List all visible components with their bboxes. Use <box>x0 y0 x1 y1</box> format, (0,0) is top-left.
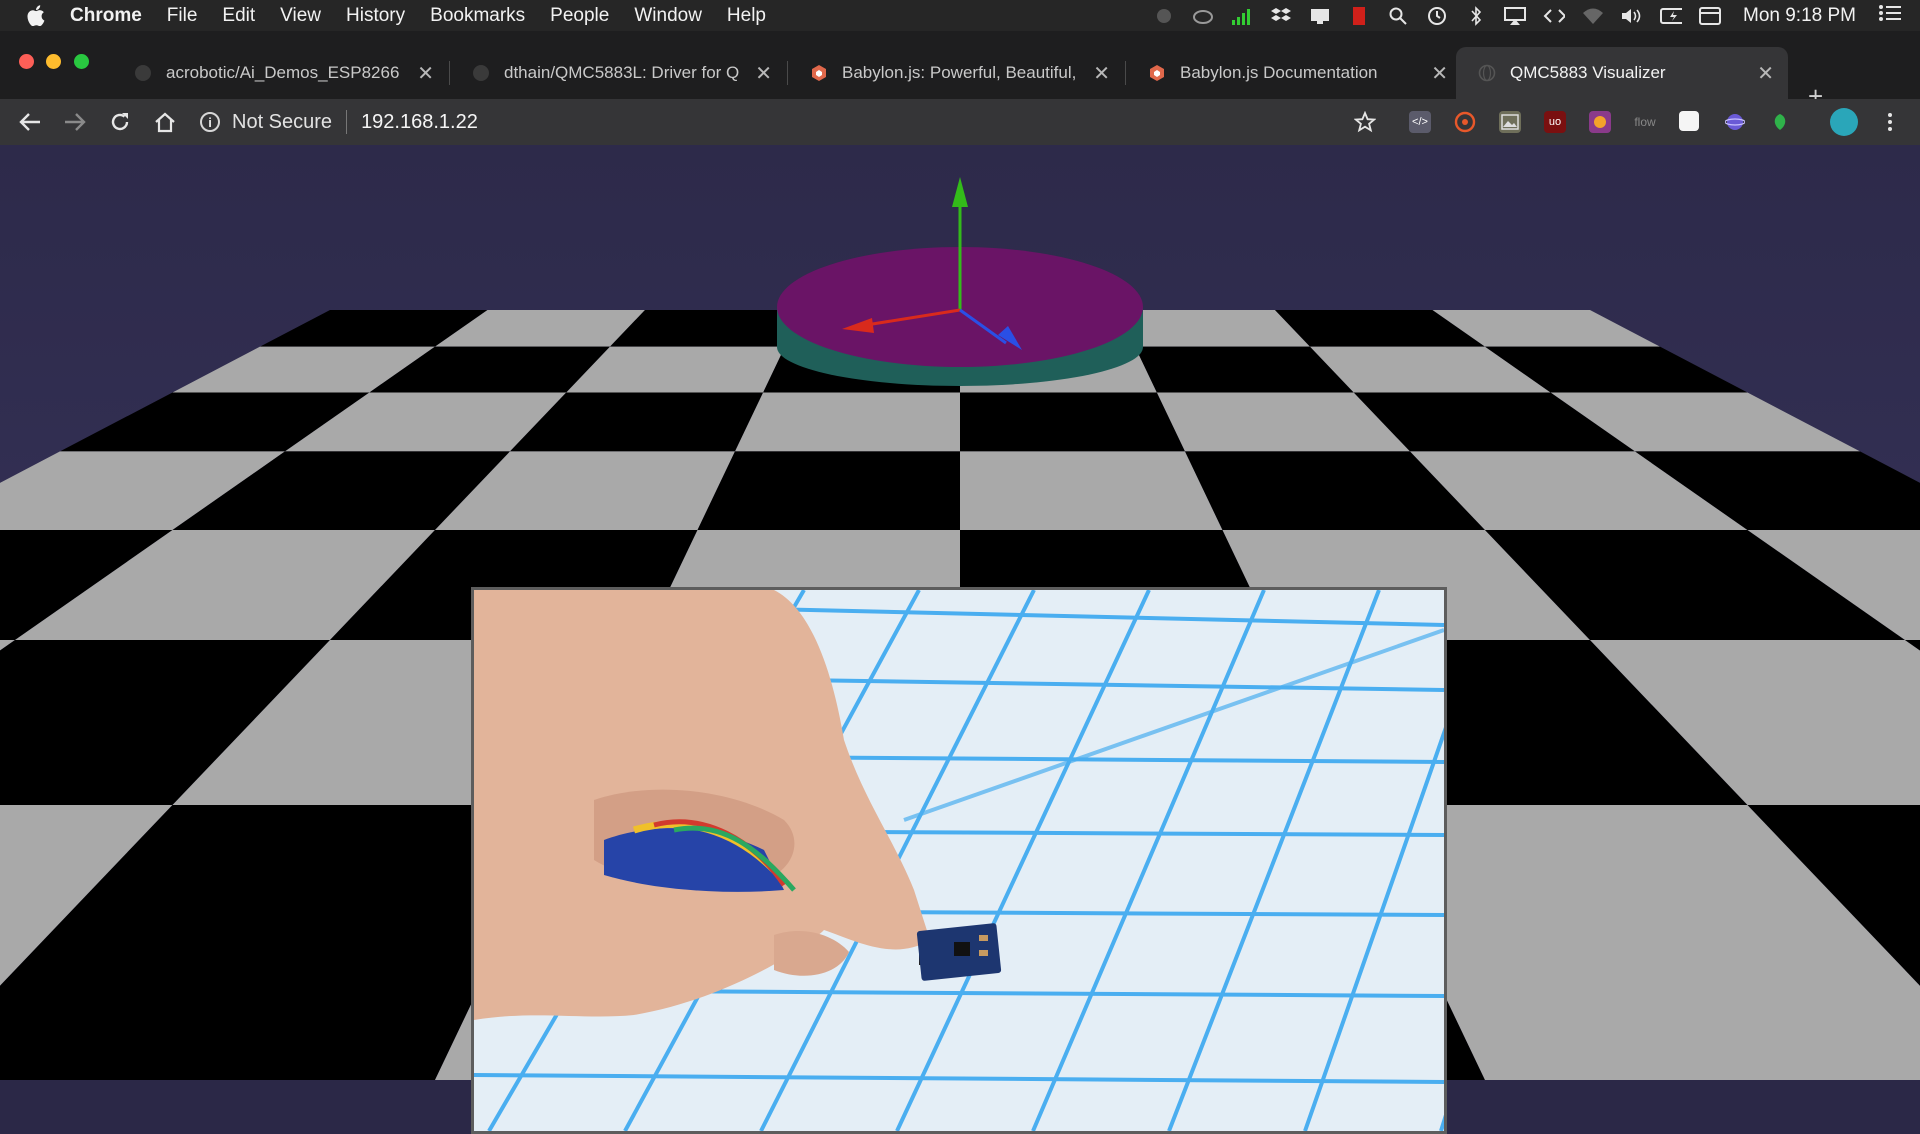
forward-button[interactable] <box>60 107 90 137</box>
menu-view[interactable]: View <box>280 5 321 27</box>
tab-strip: acrobotic/Ai_Demos_ESP8266 ✕ dthain/QMC5… <box>0 31 1920 99</box>
url-text[interactable]: 192.168.1.22 <box>361 111 478 134</box>
checker-tile <box>698 451 961 530</box>
dropbox-icon[interactable] <box>1270 6 1292 26</box>
tab-dthain[interactable]: dthain/QMC5883L: Driver for Q ✕ <box>450 47 786 99</box>
close-window-button[interactable] <box>19 54 34 69</box>
video-frame <box>474 590 1444 1131</box>
close-tab-icon[interactable]: ✕ <box>417 61 434 86</box>
reload-button[interactable] <box>105 107 135 137</box>
close-tab-icon[interactable]: ✕ <box>1093 61 1110 86</box>
hooks-extension-icon[interactable] <box>1454 111 1476 133</box>
display-icon[interactable] <box>1699 6 1721 26</box>
tab-qmc5883-visualizer[interactable]: QMC5883 Visualizer ✕ <box>1456 47 1788 99</box>
address-bar[interactable]: i Not Secure 192.168.1.22 <box>200 104 1370 140</box>
tab-babylon-home[interactable]: Babylon.js: Powerful, Beautiful, ✕ <box>788 47 1124 99</box>
checker-tile <box>960 393 1185 452</box>
chrome-menu-icon[interactable] <box>1875 107 1905 137</box>
battery-icon[interactable] <box>1660 6 1682 26</box>
time-machine-icon[interactable] <box>1426 6 1448 26</box>
bluetooth-icon[interactable] <box>1465 6 1487 26</box>
tab-title: acrobotic/Ai_Demos_ESP8266 <box>166 63 407 83</box>
back-button[interactable] <box>15 107 45 137</box>
ublock-extension-icon[interactable]: uo <box>1544 111 1566 133</box>
apple-icon[interactable] <box>26 5 46 26</box>
menu-help[interactable]: Help <box>727 5 766 27</box>
menu-edit[interactable]: Edit <box>222 5 255 27</box>
flow-extension-icon[interactable]: flow <box>1634 111 1656 133</box>
tab-title: Babylon.js: Powerful, Beautiful, <box>842 63 1083 83</box>
screen-extension-icon[interactable] <box>1589 111 1611 133</box>
image-extension-icon[interactable] <box>1499 111 1521 133</box>
code-extension-icon[interactable]: </> <box>1409 111 1431 133</box>
github-icon <box>472 64 490 82</box>
close-tab-icon[interactable]: ✕ <box>755 61 772 86</box>
github-icon <box>134 64 152 82</box>
menu-bookmarks[interactable]: Bookmarks <box>430 5 525 27</box>
planet-extension-icon[interactable] <box>1724 111 1746 133</box>
close-tab-icon[interactable]: ✕ <box>1757 61 1774 86</box>
tab-title: Babylon.js Documentation <box>1180 63 1421 83</box>
omnibox-divider <box>346 110 347 134</box>
notification-center-icon[interactable] <box>1878 4 1902 28</box>
menu-people[interactable]: People <box>550 5 609 27</box>
tab-title: dthain/QMC5883L: Driver for Q <box>504 63 745 83</box>
notification-icon[interactable] <box>1309 6 1331 26</box>
search-icon[interactable] <box>1387 6 1409 26</box>
close-tab-icon[interactable]: ✕ <box>1431 61 1448 86</box>
webcam-video-overlay[interactable] <box>471 587 1447 1134</box>
battery-app-icon[interactable] <box>1348 6 1370 26</box>
menu-history[interactable]: History <box>346 5 405 27</box>
babylon-icon <box>810 64 828 82</box>
menubar-clock[interactable]: Mon 9:18 PM <box>1743 5 1856 27</box>
creative-cloud-icon[interactable] <box>1192 6 1214 26</box>
babylon-canvas[interactable] <box>0 145 1920 1080</box>
info-icon[interactable]: i <box>200 112 220 132</box>
menu-bar: Chrome File Edit View History Bookmarks … <box>0 0 1920 31</box>
browser-toolbar: i Not Secure 192.168.1.22 </> uo flow <box>0 99 1920 145</box>
signal-bars-icon[interactable] <box>1231 6 1253 26</box>
bookmark-star-icon[interactable] <box>1350 107 1380 137</box>
menu-app-chrome[interactable]: Chrome <box>70 5 142 27</box>
home-button[interactable] <box>150 107 180 137</box>
globe-icon <box>1478 64 1496 82</box>
tab-babylon-docs[interactable]: Babylon.js Documentation ✕ <box>1126 47 1462 99</box>
qmc5883-sensor-board <box>917 923 1002 981</box>
airplay-icon[interactable] <box>1504 6 1526 26</box>
babylon-icon <box>1148 64 1166 82</box>
minimize-window-button[interactable] <box>46 54 61 69</box>
status-tray <box>1153 6 1721 26</box>
tab-acrobotic[interactable]: acrobotic/Ai_Demos_ESP8266 ✕ <box>112 47 448 99</box>
zoom-window-button[interactable] <box>74 54 89 69</box>
checker-tile <box>960 451 1223 530</box>
record-dot-icon[interactable] <box>1153 6 1175 26</box>
avatar[interactable] <box>1830 108 1858 136</box>
white-square-icon[interactable] <box>1679 111 1699 131</box>
menu-window[interactable]: Window <box>634 5 702 27</box>
green-leaf-icon[interactable] <box>1769 111 1791 133</box>
wifi-icon[interactable] <box>1582 6 1604 26</box>
volume-icon[interactable] <box>1621 6 1643 26</box>
code-brackets-icon[interactable] <box>1543 6 1565 26</box>
menu-file[interactable]: File <box>167 5 198 27</box>
tab-title: QMC5883 Visualizer <box>1510 63 1747 83</box>
checker-tile <box>735 393 960 452</box>
security-label[interactable]: Not Secure <box>232 111 332 134</box>
